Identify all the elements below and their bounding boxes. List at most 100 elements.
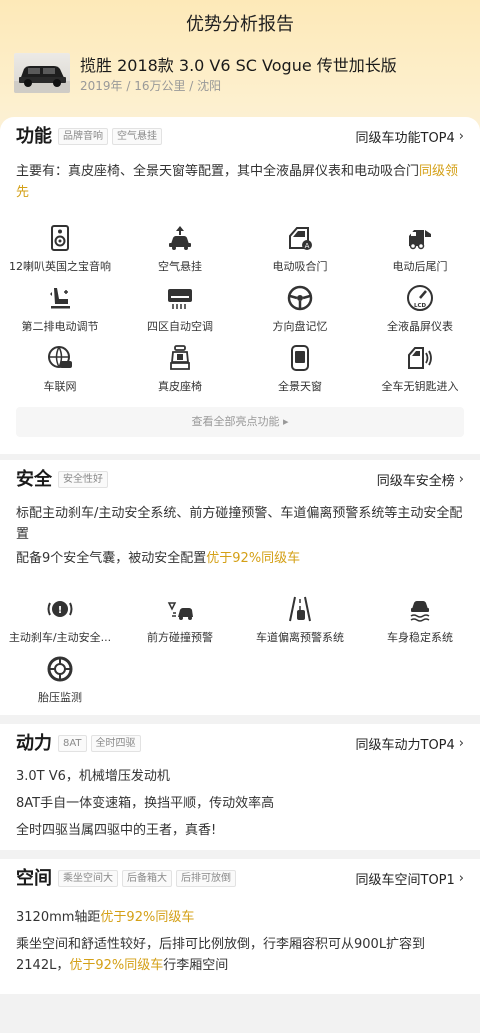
space-card: 空间 乘坐空间大 后备箱大 后排可放倒 同级车空间TOP1 › 3120mm轴距… (0, 859, 480, 994)
door-icon: A (289, 227, 312, 250)
rank-label: 同级车动力TOP4 (355, 738, 455, 753)
feature-item[interactable]: 胎压监测 (0, 655, 120, 705)
air-conditioner-icon (168, 289, 192, 309)
tag: 8AT (58, 735, 87, 752)
bottom-spacer (0, 1000, 480, 1033)
tag: 后排可放倒 (176, 870, 236, 887)
chevron-right-icon: › (458, 129, 464, 144)
feature-item[interactable]: 空气悬挂 (120, 224, 240, 274)
feature-item[interactable]: ! 主动刹车/主动安全... (0, 595, 120, 645)
tag: 后备箱大 (122, 870, 172, 887)
tailgate-icon (409, 230, 431, 250)
feature-label: 全车无钥匙进入 (381, 380, 459, 393)
space-tags: 乘坐空间大 后备箱大 后排可放倒 (58, 870, 236, 887)
safety-airbag-line: 配备9个安全气囊，被动安全配置优于92%同级车 (16, 548, 464, 569)
feature-item[interactable]: A 电动吸合门 (240, 224, 360, 274)
feature-item[interactable]: 12喇叭英国之宝音响 (0, 224, 120, 274)
feature-label: 车身稳定系统 (387, 631, 453, 644)
sunroof-icon (291, 345, 309, 371)
feature-item[interactable]: 车身稳定系统 (360, 595, 480, 645)
view-all-features-button[interactable]: 查看全部亮点功能 ▸ (16, 407, 464, 437)
power-header: 动力 8AT 全时四驱 同级车动力TOP4 › (16, 732, 464, 756)
feature-label: 全液晶屏仪表 (387, 320, 453, 333)
feature-item[interactable]: 四区自动空调 (120, 284, 240, 334)
safety-description: 标配主动刹车/主动安全系统、前方碰撞预警、车道偏离预警系统等主动安全配置 (16, 506, 463, 542)
tag: 品牌音响 (58, 128, 108, 145)
section-title: 空间 (16, 868, 52, 889)
svg-text:LCD: LCD (414, 303, 427, 309)
car-header: 揽胜 2018款 3.0 V6 SC Vogue 传世加长版 2019年 / 1… (14, 52, 474, 98)
feature-item[interactable]: 前方碰撞预警 (120, 595, 240, 645)
chevron-right-icon: › (458, 736, 464, 751)
desc-text: 3120mm轴距 (16, 910, 101, 925)
speaker-icon (51, 225, 69, 251)
function-card: 功能 品牌音响 空气悬挂 同级车功能TOP4 › 主要有：真皮座椅、全景天窗等配… (0, 117, 480, 454)
feature-item[interactable]: 全景天窗 (240, 344, 360, 394)
lcd-gauge-icon: LCD (407, 285, 433, 311)
safety-header: 安全 安全性好 同级车安全榜 › (16, 468, 464, 492)
lane-departure-icon (289, 596, 311, 622)
collision-warning-icon (167, 602, 193, 620)
connected-car-icon (48, 346, 72, 368)
feature-item[interactable]: 全车无钥匙进入 (360, 344, 480, 394)
feature-label: 全景天窗 (278, 380, 322, 393)
section-title: 安全 (16, 469, 52, 490)
rank-label: 同级车安全榜 (376, 474, 455, 489)
function-tags: 品牌音响 空气悬挂 (58, 128, 162, 145)
stability-icon (410, 601, 430, 622)
chevron-right-icon: › (458, 472, 464, 487)
safety-tags: 安全性好 (58, 471, 108, 488)
desc-highlight: 优于92%同级车 (69, 958, 164, 973)
safety-rank-link[interactable]: 同级车安全榜 › (377, 470, 464, 489)
feature-label: 前方碰撞预警 (147, 631, 213, 644)
tire-pressure-icon (47, 656, 73, 682)
feature-label: 空气悬挂 (158, 260, 202, 273)
desc-text: 主要有：真皮座椅、全景天窗等配置，其中全液晶屏仪表和电动吸合门 (16, 164, 420, 179)
svg-text:!: ! (58, 605, 63, 616)
feature-item[interactable]: LCD 全液晶屏仪表 (360, 284, 480, 334)
function-description: 主要有：真皮座椅、全景天窗等配置，其中全液晶屏仪表和电动吸合门同级领先 (16, 161, 464, 203)
section-title: 动力 (16, 733, 52, 754)
desc-text: 行李厢空间 (163, 958, 229, 973)
car-meta: 2019年 / 16万公里 / 沈阳 (80, 79, 222, 93)
power-line-drive: 全时四驱当属四驱中的王者，真香! (16, 823, 217, 838)
feature-label: 电动吸合门 (272, 260, 328, 273)
function-rank-link[interactable]: 同级车功能TOP4 › (356, 127, 465, 146)
feature-item[interactable]: 电动后尾门 (360, 224, 480, 274)
rank-label: 同级车空间TOP1 (355, 873, 455, 888)
feature-item[interactable]: 第二排电动调节 (0, 284, 120, 334)
svg-text:A: A (305, 242, 310, 250)
feature-label: 四区自动空调 (147, 320, 213, 333)
car-thumbnail (14, 53, 70, 93)
power-rank-link[interactable]: 同级车动力TOP4 › (356, 734, 465, 753)
tag: 全时四驱 (90, 735, 141, 752)
page-title: 优势分析报告 (186, 14, 294, 35)
steering-wheel-icon (287, 285, 313, 311)
desc-text: 配备9个安全气囊，被动安全配置 (16, 551, 207, 566)
safety-card: 安全 安全性好 同级车安全榜 › 标配主动刹车/主动安全系统、前方碰撞预警、车道… (0, 460, 480, 715)
leather-seat-icon (170, 345, 190, 370)
tag: 乘坐空间大 (58, 870, 118, 887)
space-description: 乘坐空间和舒适性较好，后排可比例放倒，行李厢容积可从900L扩容到2142L，优… (16, 934, 464, 976)
seat-adjust-icon (50, 288, 70, 309)
feature-item[interactable]: 车联网 (0, 344, 120, 394)
chevron-right-icon: › (458, 871, 464, 886)
feature-item[interactable]: 方向盘记忆 (240, 284, 360, 334)
feature-label: 12喇叭英国之宝音响 (9, 260, 111, 273)
feature-label: 胎压监测 (38, 691, 82, 704)
space-rank-link[interactable]: 同级车空间TOP1 › (356, 869, 465, 888)
feature-item[interactable]: 真皮座椅 (120, 344, 240, 394)
desc-highlight: 优于92%同级车 (206, 551, 301, 566)
tag: 空气悬挂 (112, 128, 162, 145)
feature-label: 车联网 (43, 380, 77, 393)
power-tags: 8AT 全时四驱 (58, 735, 141, 752)
section-title: 功能 (16, 126, 52, 147)
space-header: 空间 乘坐空间大 后备箱大 后排可放倒 同级车空间TOP1 › (16, 867, 464, 891)
power-line-transmission: 8AT手自一体变速箱，换挡平顺，传动效率高 (16, 796, 275, 811)
feature-label: 第二排电动调节 (21, 320, 99, 333)
car-name: 揽胜 2018款 3.0 V6 SC Vogue 传世加长版 (80, 56, 397, 75)
keyless-entry-icon (408, 347, 432, 369)
feature-item[interactable]: 车道偏离预警系统 (240, 595, 360, 645)
feature-label: 方向盘记忆 (272, 320, 328, 333)
power-card: 动力 8AT 全时四驱 同级车动力TOP4 › 3.0T V6，机械增压发动机 … (0, 724, 480, 850)
